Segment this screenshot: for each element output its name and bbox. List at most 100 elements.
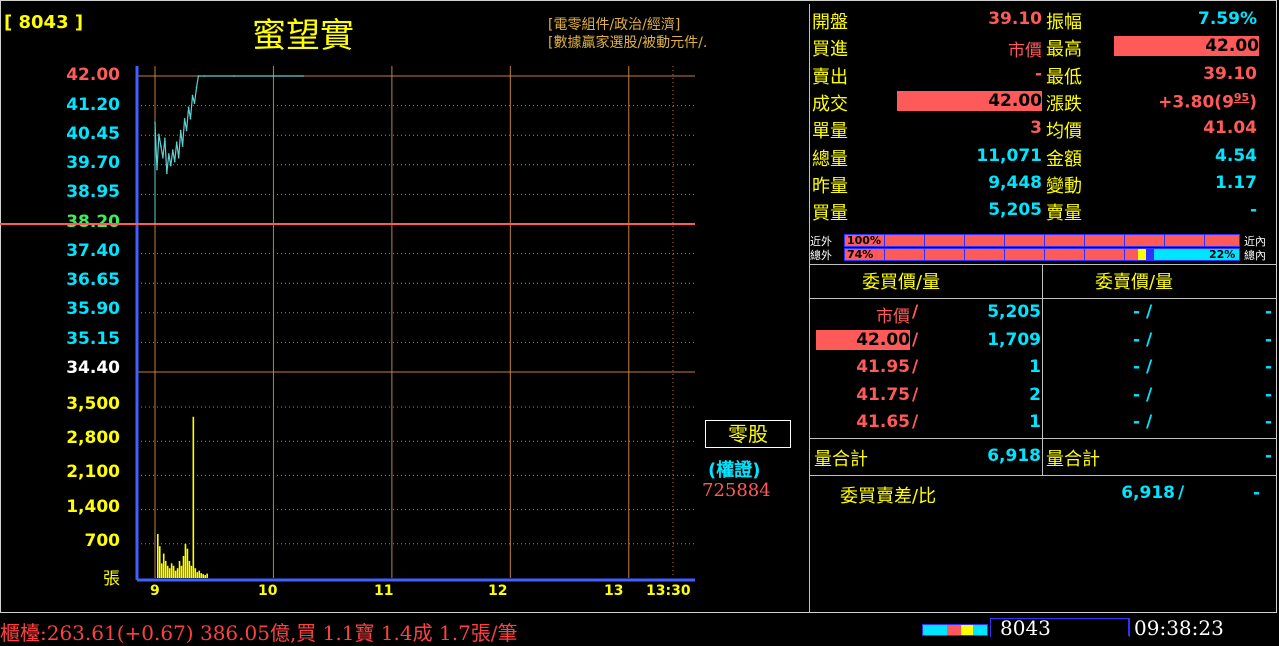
ask-price-cell[interactable]: -: [1100, 412, 1140, 432]
bid-volume: 5,205: [988, 200, 1042, 220]
quote-label: 單量: [812, 121, 848, 142]
price-point: [169, 164, 172, 167]
volume-bar: [188, 560, 191, 578]
price-point: [191, 94, 194, 97]
volume-bar: [158, 546, 161, 578]
bid-qty-cell[interactable]: 1,709: [930, 330, 1041, 350]
price-point: [185, 129, 188, 132]
volume-bar: [190, 565, 193, 578]
ask-volume: -: [1249, 200, 1257, 220]
volume-bar: [192, 416, 195, 578]
volume-bar: [157, 534, 159, 578]
price-point: [233, 75, 235, 77]
price-point: [187, 106, 190, 108]
ask-total: -: [1264, 446, 1272, 466]
price-change-tail: ): [1249, 92, 1257, 113]
quote-label: 開盤: [812, 12, 848, 33]
price-point: [189, 118, 192, 120]
bid-qty-cell[interactable]: 5,205: [930, 302, 1041, 322]
price-point: [171, 149, 174, 151]
index-ticker[interactable]: 櫃檯:263.61(+0.67) 386.05億,買 1.1寶 1.4成 1.7…: [0, 617, 518, 646]
inner-outer-bar-total: 74% 22%: [844, 248, 1240, 261]
ask-qty-cell[interactable]: -: [1200, 385, 1272, 405]
price-sep: /: [912, 302, 919, 322]
quote-label: 買進: [812, 39, 848, 60]
ask-price-cell[interactable]: -: [1100, 330, 1140, 350]
ask-qty-cell[interactable]: -: [1200, 357, 1272, 377]
bid-qty-cell[interactable]: 1: [930, 357, 1041, 377]
total-volume: 11,071: [976, 146, 1042, 166]
bid-price-cell[interactable]: 41.65: [816, 412, 910, 432]
price-point: [197, 75, 200, 77]
price-point: [164, 137, 166, 140]
quote-label: 變動: [1046, 176, 1082, 197]
bid-price: 市價: [1008, 41, 1042, 61]
inner-outer-bar-near: 100%: [844, 234, 1240, 247]
bid-price-cell[interactable]: 41.95: [816, 357, 910, 377]
price-sep: /: [912, 357, 919, 377]
quote-label: 金額: [1046, 149, 1082, 170]
bid-qty-cell[interactable]: 2: [930, 385, 1041, 405]
status-meter: [922, 624, 988, 636]
volume-bar: [198, 570, 201, 578]
quote-label: 最高: [1046, 39, 1082, 60]
volume-bar: [194, 568, 197, 578]
diff-label: 委買賣差/比: [840, 486, 937, 507]
price-point: [177, 156, 180, 159]
prev-volume: 9,448: [988, 173, 1042, 193]
bid-price-cell[interactable]: 42.00: [816, 330, 910, 350]
intraday-chart[interactable]: [0, 0, 800, 612]
volume-bar: [186, 548, 189, 578]
volume-bar: [162, 553, 165, 578]
bid-header: 委買價/量: [862, 272, 941, 293]
bid-total-label: 量合計: [814, 449, 868, 470]
diff-sep: /: [1178, 483, 1185, 503]
volume-bar: [180, 565, 183, 578]
quote-label: 成交: [812, 94, 848, 115]
volume-bar: [204, 575, 206, 578]
bid-price-cell[interactable]: 41.75: [816, 385, 910, 405]
odd-lot-button[interactable]: 零股: [705, 420, 791, 448]
bid-qty-cell[interactable]: 1: [930, 412, 1041, 432]
ratio-label: 總外: [810, 249, 832, 262]
volume-bar: [172, 565, 175, 578]
ratio-label: 總內: [1244, 249, 1266, 262]
ask-price-cell[interactable]: -: [1100, 385, 1140, 405]
diff-ratio: -: [1252, 483, 1260, 503]
ratio-pct: 22%: [1209, 248, 1236, 261]
price-point: [302, 75, 304, 77]
warrant-link[interactable]: (權證): [708, 456, 760, 482]
price-series-line: [154, 75, 304, 174]
price-point: [158, 133, 160, 136]
quote-label: 買量: [812, 203, 848, 224]
ask-qty-cell[interactable]: -: [1200, 302, 1272, 322]
volume-bar: [166, 565, 169, 578]
ask-total-label: 量合計: [1046, 449, 1100, 470]
quote-label: 賣量: [1046, 203, 1082, 224]
volume-bar: [182, 556, 185, 578]
price-point: [183, 118, 186, 120]
price-point: [272, 75, 275, 77]
ask-qty-cell[interactable]: -: [1200, 330, 1272, 350]
quote-label: 總量: [812, 149, 848, 170]
quote-label: 最低: [1046, 67, 1082, 88]
ask-price-cell[interactable]: -: [1100, 302, 1140, 322]
price-change-value: +3.80(9: [1158, 92, 1234, 113]
volume-bar: [170, 563, 173, 578]
price-point: [195, 86, 198, 89]
price-sep: /: [1146, 385, 1153, 405]
price-sep: /: [912, 385, 919, 405]
ask-price-cell[interactable]: -: [1100, 357, 1140, 377]
turnover: 4.54: [1215, 146, 1257, 166]
warrant-code: 725884: [702, 480, 771, 501]
price-point: [162, 156, 164, 159]
ask-qty-cell[interactable]: -: [1200, 412, 1272, 432]
bid-price-cell[interactable]: 市價: [816, 302, 910, 327]
price-sep: /: [1146, 330, 1153, 350]
price-point: [193, 102, 196, 105]
turnover-rate: 1.17: [1215, 173, 1257, 193]
ratio-pct: 74%: [847, 248, 874, 261]
avg-price: 41.04: [1203, 118, 1257, 138]
price-point: [181, 145, 184, 147]
volume-bar: [176, 568, 179, 578]
